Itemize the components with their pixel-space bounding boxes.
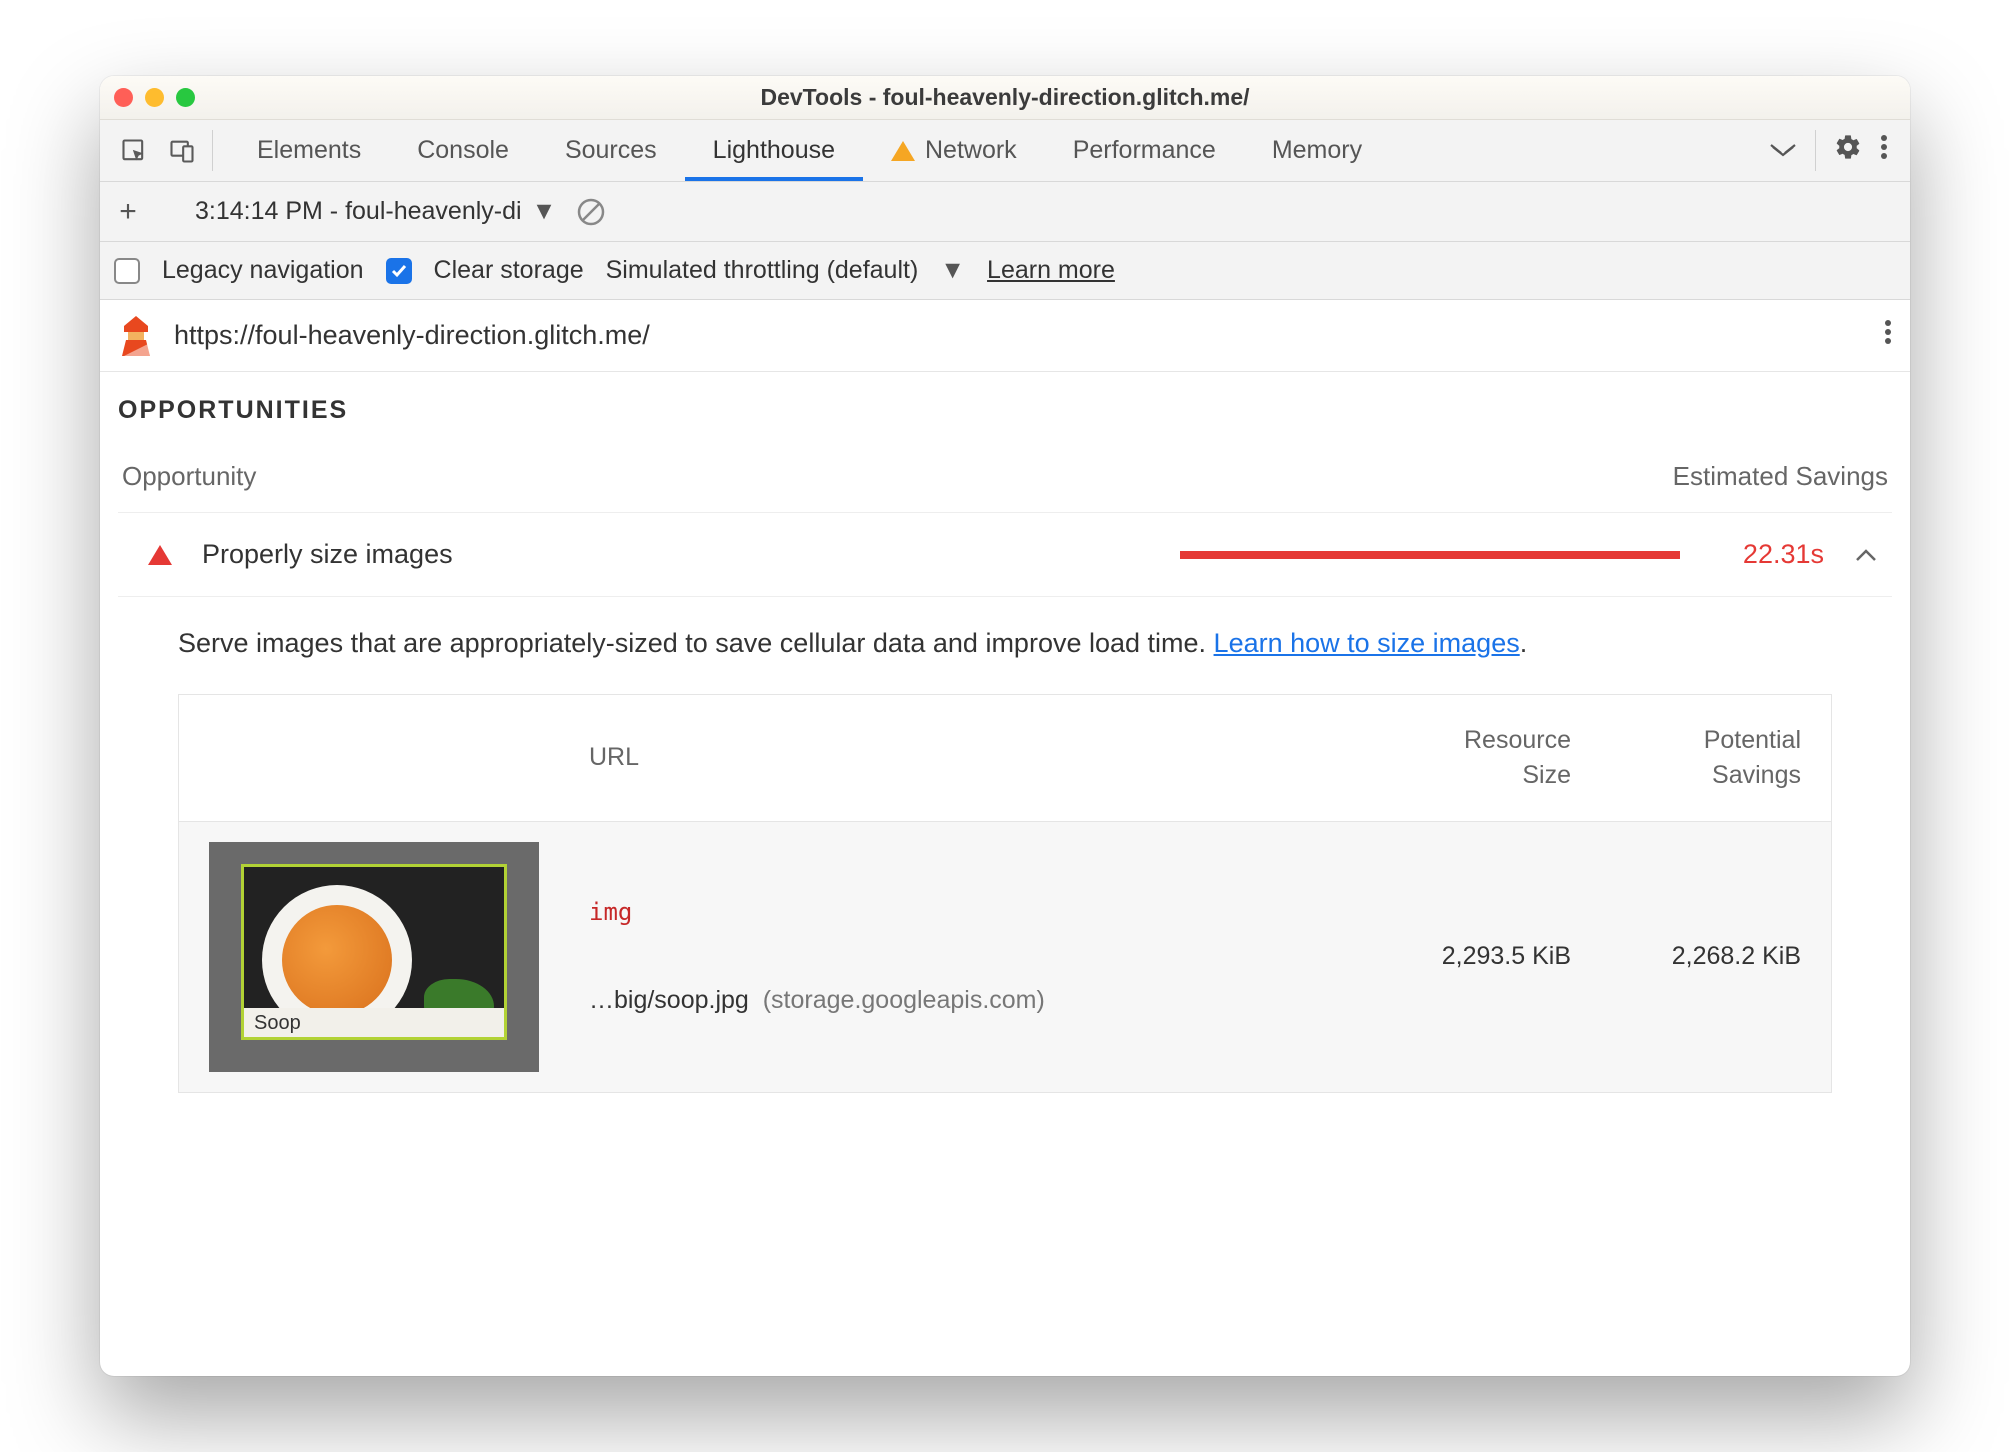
table-row: Soop img …big/soop.jpg (storage.googleap… — [179, 821, 1831, 1092]
thumb-caption: Soop — [244, 1008, 504, 1039]
savings-bar-wrap — [477, 551, 1690, 559]
chevron-down-icon: ▼ — [532, 197, 557, 226]
resource-path[interactable]: …big/soop.jpg — [589, 986, 749, 1014]
collapse-chevron-icon[interactable] — [1848, 540, 1884, 569]
legacy-nav-label: Legacy navigation — [162, 256, 364, 285]
fail-triangle-icon — [148, 545, 172, 565]
resource-host: (storage.googleapis.com) — [763, 986, 1045, 1014]
inspect-element-icon[interactable] — [110, 120, 158, 181]
lighthouse-options: Legacy navigation Clear storage Simulate… — [100, 242, 1910, 300]
resource-thumbnail: Soop — [209, 842, 539, 1072]
tab-memory[interactable]: Memory — [1244, 120, 1390, 181]
report-url: https://foul-heavenly-direction.glitch.m… — [174, 320, 1864, 351]
col-opportunity: Opportunity — [122, 461, 256, 492]
savings-bar — [1180, 551, 1680, 559]
tab-lighthouse[interactable]: Lighthouse — [685, 120, 863, 181]
col-resource-size: ResourceSize — [1341, 723, 1571, 793]
report-select[interactable]: 3:14:14 PM - foul-heavenly-di ▼ — [195, 197, 556, 226]
panel-tabs: Elements Console Sources Lighthouse Netw… — [229, 120, 1757, 181]
close-window-button[interactable] — [114, 88, 133, 107]
clear-report-icon[interactable] — [576, 197, 606, 227]
legacy-nav-checkbox[interactable] — [114, 258, 140, 284]
desc-text: Serve images that are appropriately-size… — [178, 628, 1214, 658]
col-url: URL — [589, 743, 1341, 772]
tab-network[interactable]: Network — [863, 120, 1045, 181]
resource-url-cell: img …big/soop.jpg (storage.googleapis.co… — [589, 898, 1341, 1015]
titlebar: DevTools - foul-heavenly-direction.glitc… — [100, 76, 1910, 120]
settings-icon[interactable] — [1834, 133, 1862, 168]
more-tabs-button[interactable] — [1757, 120, 1809, 181]
throttling-chevron-icon[interactable]: ▼ — [940, 256, 965, 285]
window-title: DevTools - foul-heavenly-direction.glitc… — [100, 84, 1910, 111]
col-savings: Estimated Savings — [1673, 461, 1888, 492]
separator — [1815, 130, 1816, 171]
devtools-tabbar: Elements Console Sources Lighthouse Netw… — [100, 120, 1910, 182]
clear-storage-checkbox[interactable] — [386, 258, 412, 284]
clear-storage-label: Clear storage — [434, 256, 584, 285]
opportunity-name: Properly size images — [202, 539, 453, 570]
new-report-button[interactable]: + — [114, 195, 142, 229]
report-select-label: 3:14:14 PM - foul-heavenly-di — [195, 197, 522, 226]
learn-more-link[interactable]: Learn more — [987, 256, 1115, 285]
opportunities-columns: Opportunity Estimated Savings — [118, 461, 1892, 513]
desc-link[interactable]: Learn how to size images — [1214, 628, 1520, 658]
element-tag: img — [589, 898, 1341, 926]
table-header: URL ResourceSize PotentialSavings — [179, 695, 1831, 821]
tab-network-label: Network — [925, 136, 1017, 165]
desc-post: . — [1520, 628, 1528, 658]
separator — [212, 130, 213, 171]
report-content: OPPORTUNITIES Opportunity Estimated Savi… — [100, 372, 1910, 1376]
potential-savings-cell: 2,268.2 KiB — [1571, 942, 1801, 971]
throttling-label: Simulated throttling (default) — [606, 256, 919, 285]
devtools-window: DevTools - foul-heavenly-direction.glitc… — [100, 76, 1910, 1376]
lighthouse-toolbar: + 3:14:14 PM - foul-heavenly-di ▼ — [100, 182, 1910, 242]
opportunity-row[interactable]: Properly size images 22.31s — [118, 513, 1892, 597]
tab-performance[interactable]: Performance — [1045, 120, 1244, 181]
traffic-lights — [114, 88, 195, 107]
tab-elements[interactable]: Elements — [229, 120, 389, 181]
tab-sources[interactable]: Sources — [537, 120, 685, 181]
device-toolbar-icon[interactable] — [158, 120, 206, 181]
lighthouse-logo-icon — [118, 316, 154, 356]
tab-console[interactable]: Console — [389, 120, 537, 181]
zoom-window-button[interactable] — [176, 88, 195, 107]
opportunity-description: Serve images that are appropriately-size… — [118, 597, 1892, 694]
minimize-window-button[interactable] — [145, 88, 164, 107]
resource-size-cell: 2,293.5 KiB — [1341, 942, 1571, 971]
warning-icon — [891, 141, 915, 161]
report-url-row: https://foul-heavenly-direction.glitch.m… — [100, 300, 1910, 372]
col-potential-savings: PotentialSavings — [1571, 723, 1801, 793]
kebab-menu-icon[interactable] — [1880, 134, 1888, 167]
opportunities-heading: OPPORTUNITIES — [118, 396, 1892, 425]
report-menu-icon[interactable] — [1884, 319, 1892, 352]
savings-value: 22.31s — [1714, 539, 1824, 570]
opportunity-table: URL ResourceSize PotentialSavings Soop — [178, 694, 1832, 1093]
